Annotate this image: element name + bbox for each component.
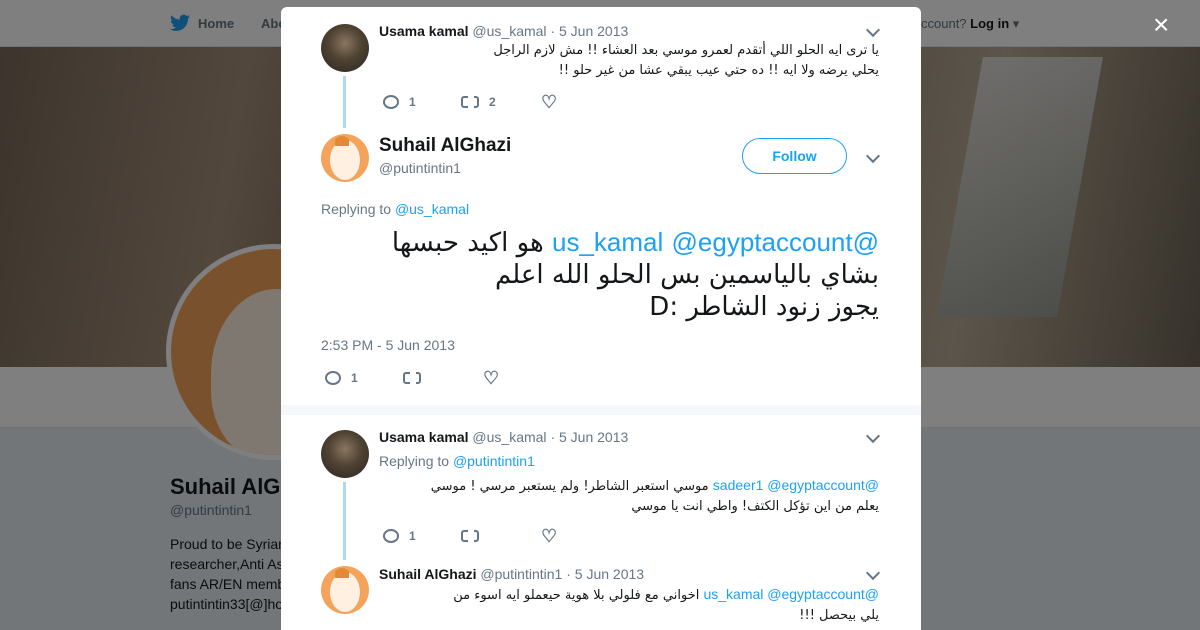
tweet-text: يا ترى ايه الحلو اللي أتقدم لعمرو موسي ب… [379,41,879,81]
avatar[interactable] [321,566,369,614]
replying-to: Replying to @putintintin1 [379,453,535,469]
reply-count: 1 [409,95,416,109]
tweet-actions: 1 ♡ [325,368,500,388]
tweet-text: @sadeer1 @egyptaccount موسي استعبر الشاط… [379,475,879,517]
tweet-date[interactable]: · 5 Jun 2013 [550,429,628,445]
avatar[interactable] [321,134,369,182]
mention-link[interactable]: @us_kamal @egyptaccount [703,586,879,602]
author-handle[interactable]: @putintintin1 [379,160,461,176]
reply-icon [383,529,399,543]
tweet-text-fragment: اخواني مع فلولي بلا هوية حيعملو ايه اسوء… [453,588,700,603]
thread-line [343,76,346,128]
tweet-text-line: @us_kamal @egyptaccount هو اكيد حبسها [321,226,879,259]
retweet-button[interactable]: 2 [461,94,541,110]
chevron-down-icon[interactable] [865,565,881,581]
chevron-down-icon[interactable] [865,148,881,164]
like-button[interactable]: ♡ [483,368,500,388]
tweet-text: @us_kamal @egyptaccount هو اكيد حبسها بش… [321,226,879,323]
replying-to: Replying to @us_kamal [321,201,469,217]
tweet-header: Usama kamal @us_kamal · 5 Jun 2013 [379,23,628,39]
tweet-header: Usama kamal @us_kamal · 5 Jun 2013 [379,429,628,445]
tweet-actions: 1 2 ♡ [383,92,558,112]
tweet-modal: Usama kamal @us_kamal · 5 Jun 2013 يا تر… [281,7,921,630]
author-handle[interactable]: @us_kamal [472,23,546,39]
tweet-date[interactable]: · 5 Jun 2013 [550,23,628,39]
author-handle[interactable]: @putintintin1 [480,566,562,582]
chevron-down-icon[interactable] [865,22,881,38]
tweet-text: @us_kamal @egyptaccount اخواني مع فلولي … [379,584,879,626]
author-name[interactable]: Usama kamal [379,23,469,39]
tweet-text-fragment: هو اكيد حبسها [391,228,544,258]
tweet-text-line: يا ترى ايه الحلو اللي أتقدم لعمرو موسي ب… [493,43,879,58]
retweet-icon [461,528,479,544]
author-handle[interactable]: @us_kamal [472,429,546,445]
heart-icon: ♡ [541,526,558,546]
tweet-text-fragment: موسي استعبر الشاطر! ولم يستعبر مرسي ! مو… [430,479,709,494]
tweet-timestamp[interactable]: 2:53 PM - 5 Jun 2013 [321,337,455,353]
like-button[interactable]: ♡ [541,92,558,112]
heart-icon: ♡ [483,368,500,388]
replying-prefix: Replying to [321,201,392,217]
close-icon[interactable]: × [1153,11,1169,39]
reply-button[interactable]: 1 [325,371,403,385]
author-name[interactable]: Usama kamal [379,429,469,445]
mention-link[interactable]: @egyptaccount [672,227,853,257]
mention-link[interactable]: @sadeer1 @egyptaccount [713,477,879,493]
mention-link[interactable]: @putintintin1 [453,453,535,469]
reply-icon [325,371,341,385]
tweet-text-line: يحلي يرضه ولا ايه !! ده حتي عيب يبقي عشا… [558,63,879,78]
chevron-down-icon[interactable] [865,428,881,444]
heart-icon: ♡ [541,92,558,112]
retweet-button[interactable] [403,370,483,386]
reply-icon [383,95,399,109]
author-name[interactable]: Suhail AlGhazi [379,566,477,582]
reply-button[interactable]: 1 [383,95,461,109]
mention-link[interactable]: @us_kamal [395,201,469,217]
thread-line [343,482,346,560]
retweet-icon [403,370,421,386]
retweet-icon [461,94,479,110]
tweet-header: Suhail AlGhazi @putintintin1 · 5 Jun 201… [379,566,644,582]
avatar[interactable] [321,430,369,478]
tweet-text-line: يعلم من اين تؤكل الكتف! واطي انت يا موسي [631,499,879,514]
tweet-text-line: @sadeer1 @egyptaccount موسي استعبر الشاط… [379,475,879,497]
reply-count: 1 [409,529,416,543]
reply-count: 1 [351,371,358,385]
avatar[interactable] [321,24,369,72]
tweet-date[interactable]: · 5 Jun 2013 [566,566,644,582]
tweet-text-line: بشاي بالياسمين بس الحلو الله اعلم [494,260,879,290]
tweet-text-line: @us_kamal @egyptaccount اخواني مع فلولي … [379,584,879,606]
retweet-button[interactable] [461,528,541,544]
section-separator [281,405,921,415]
replying-prefix: Replying to [379,453,450,469]
retweet-count: 2 [489,95,496,109]
tweet-actions: 1 ♡ [383,526,558,546]
follow-button[interactable]: Follow [742,138,847,174]
reply-button[interactable]: 1 [383,529,461,543]
author-name[interactable]: Suhail AlGhazi [379,135,511,157]
tweet-text-line: يجوز زنود الشاطر :D [649,292,879,322]
tweet-text-line: يلي بيحصل !!! [799,608,879,623]
like-button[interactable]: ♡ [541,526,558,546]
